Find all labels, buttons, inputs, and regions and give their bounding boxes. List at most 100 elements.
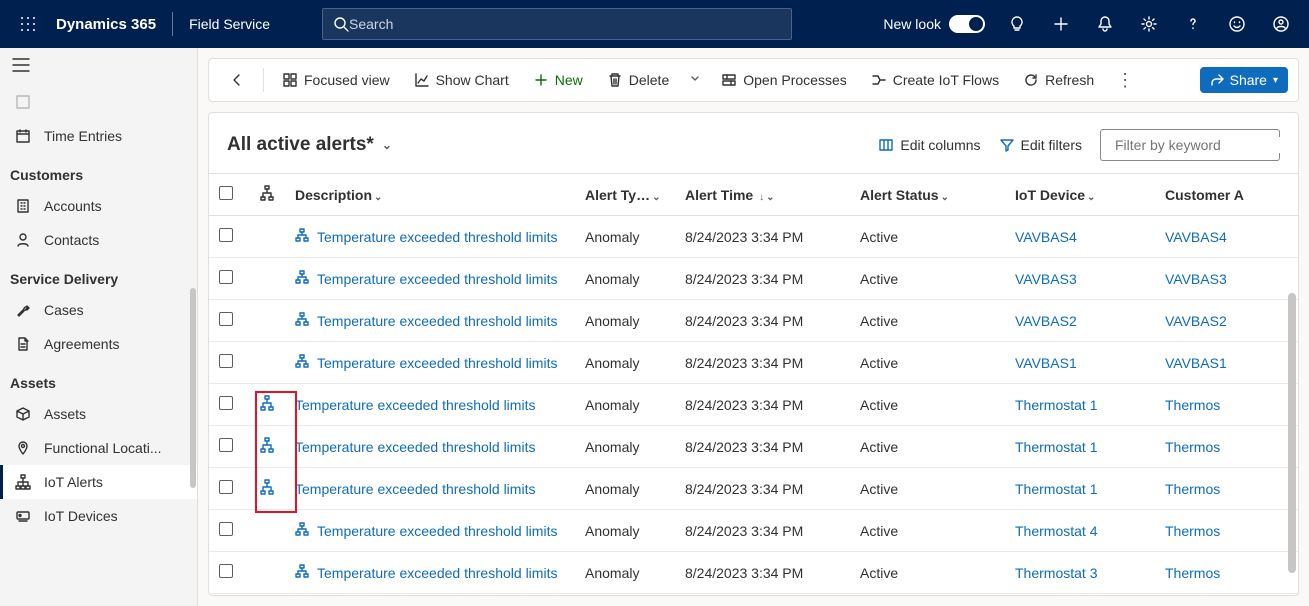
edit-filters-button[interactable]: Edit filters: [999, 137, 1082, 153]
table-row[interactable]: Temperature exceeded threshold limitsAno…: [209, 342, 1298, 384]
sidebar-scrollbar[interactable]: [187, 108, 197, 606]
delete-button[interactable]: Delete: [597, 66, 679, 94]
create-iot-flows-button[interactable]: Create IoT Flows: [861, 66, 1009, 94]
add-icon[interactable]: [1041, 0, 1081, 48]
iot-device-link[interactable]: Thermostat 3: [1015, 565, 1097, 581]
device-icon: [14, 507, 32, 525]
table-row[interactable]: Temperature exceeded threshold limitsAno…: [209, 426, 1298, 468]
sidebar-item-functional-locations[interactable]: Functional Locati...: [0, 431, 197, 465]
customer-link[interactable]: VAVBAS1: [1165, 355, 1227, 371]
description-link[interactable]: Temperature exceeded threshold limits: [317, 355, 557, 371]
col-alert-time[interactable]: Alert Time ↓⌄: [675, 174, 850, 216]
description-link[interactable]: Temperature exceeded threshold limits: [295, 439, 535, 455]
row-checkbox[interactable]: [219, 396, 233, 410]
iot-device-link[interactable]: VAVBAS3: [1015, 271, 1077, 287]
new-button[interactable]: New: [523, 66, 593, 94]
iot-device-link[interactable]: Thermostat 1: [1015, 397, 1097, 413]
app-launcher-icon[interactable]: [8, 0, 48, 48]
row-checkbox[interactable]: [219, 312, 233, 326]
customer-link[interactable]: Thermos: [1165, 481, 1220, 497]
sidebar-item-iot-alerts[interactable]: IoT Alerts: [0, 465, 197, 499]
col-alert-status[interactable]: Alert Status⌄: [850, 174, 1005, 216]
grid-scrollbar[interactable]: [1288, 293, 1296, 573]
customer-link[interactable]: VAVBAS2: [1165, 313, 1227, 329]
hierarchy-cell[interactable]: [249, 468, 285, 510]
customer-link[interactable]: VAVBAS4: [1165, 229, 1227, 245]
overflow-menu[interactable]: ⋮: [1108, 70, 1142, 91]
description-link[interactable]: Temperature exceeded threshold limits: [295, 481, 535, 497]
delete-split-chevron[interactable]: [683, 73, 707, 88]
table-row[interactable]: Temperature exceeded threshold limitsAno…: [209, 300, 1298, 342]
focused-view-button[interactable]: Focused view: [272, 66, 400, 94]
customer-link[interactable]: Thermos: [1165, 439, 1220, 455]
description-link[interactable]: Temperature exceeded threshold limits: [317, 565, 557, 581]
customer-link[interactable]: Thermos: [1165, 523, 1220, 539]
iot-device-link[interactable]: VAVBAS1: [1015, 355, 1077, 371]
keyword-filter[interactable]: [1100, 129, 1280, 161]
app-name[interactable]: Field Service: [189, 16, 270, 32]
row-checkbox[interactable]: [219, 480, 233, 494]
customer-link[interactable]: Thermos: [1165, 565, 1220, 581]
table-row[interactable]: Temperature exceeded threshold limitsAno…: [209, 552, 1298, 594]
description-link[interactable]: Temperature exceeded threshold limits: [317, 313, 557, 329]
row-checkbox[interactable]: [219, 522, 233, 536]
hamburger-icon[interactable]: [0, 48, 197, 85]
edit-columns-button[interactable]: Edit columns: [878, 137, 980, 153]
sidebar-item-iot-devices[interactable]: IoT Devices: [0, 499, 197, 533]
sidebar-item-cases[interactable]: Cases: [0, 293, 197, 327]
sidebar-item-agreements[interactable]: Agreements: [0, 327, 197, 361]
customer-link[interactable]: Thermos: [1165, 397, 1220, 413]
hierarchy-cell[interactable]: [249, 384, 285, 426]
gear-icon[interactable]: [1129, 0, 1169, 48]
view-selector[interactable]: All active alerts* ⌄: [227, 134, 392, 156]
table-row[interactable]: Temperature exceeded threshold limitsAno…: [209, 216, 1298, 258]
col-customer[interactable]: Customer A: [1155, 174, 1298, 216]
description-link[interactable]: Temperature exceeded threshold limits: [317, 271, 557, 287]
filter-input[interactable]: [1115, 137, 1296, 153]
row-checkbox[interactable]: [219, 354, 233, 368]
sidebar-item-truncated[interactable]: [0, 85, 197, 119]
lightbulb-icon[interactable]: [997, 0, 1037, 48]
bell-icon[interactable]: [1085, 0, 1125, 48]
chevron-down-icon: ⌄: [374, 192, 382, 203]
account-icon[interactable]: [1261, 0, 1301, 48]
description-link[interactable]: Temperature exceeded threshold limits: [295, 397, 535, 413]
iot-device-link[interactable]: VAVBAS2: [1015, 313, 1077, 329]
share-button[interactable]: Share▾: [1200, 67, 1288, 93]
table-row[interactable]: Temperature exceeded threshold limitsAno…: [209, 510, 1298, 552]
iot-device-link[interactable]: Thermostat 1: [1015, 439, 1097, 455]
data-grid[interactable]: Description⌄ Alert Ty…⌄ Alert Time ↓⌄ Al…: [209, 173, 1298, 595]
sidebar-item-contacts[interactable]: Contacts: [0, 223, 197, 257]
select-all-checkbox[interactable]: [219, 186, 233, 200]
refresh-button[interactable]: Refresh: [1013, 66, 1104, 94]
sidebar-item-time-entries[interactable]: Time Entries: [0, 119, 197, 153]
iot-device-link[interactable]: Thermostat 1: [1015, 481, 1097, 497]
hierarchy-cell[interactable]: [249, 426, 285, 468]
row-checkbox[interactable]: [219, 564, 233, 578]
global-search[interactable]: [322, 8, 792, 40]
col-description[interactable]: Description⌄: [285, 174, 575, 216]
col-iot-device[interactable]: IoT Device⌄: [1005, 174, 1155, 216]
iot-device-link[interactable]: VAVBAS4: [1015, 229, 1077, 245]
description-link[interactable]: Temperature exceeded threshold limits: [317, 523, 557, 539]
sidebar-item-assets[interactable]: Assets: [0, 397, 197, 431]
search-input[interactable]: [349, 16, 781, 32]
row-checkbox[interactable]: [219, 270, 233, 284]
table-row[interactable]: Temperature exceeded threshold limitsAno…: [209, 384, 1298, 426]
table-row[interactable]: Temperature exceeded threshold limitsAno…: [209, 258, 1298, 300]
back-button[interactable]: [219, 66, 255, 94]
row-checkbox[interactable]: [219, 228, 233, 242]
customer-link[interactable]: VAVBAS3: [1165, 271, 1227, 287]
emoji-icon[interactable]: [1217, 0, 1257, 48]
row-checkbox[interactable]: [219, 438, 233, 452]
hierarchy-icon[interactable]: [259, 185, 275, 201]
table-row[interactable]: Temperature exceeded threshold limitsAno…: [209, 468, 1298, 510]
new-look-toggle[interactable]: New look: [883, 15, 985, 33]
show-chart-button[interactable]: Show Chart: [404, 66, 519, 94]
help-icon[interactable]: [1173, 0, 1213, 48]
description-link[interactable]: Temperature exceeded threshold limits: [317, 229, 557, 245]
open-processes-button[interactable]: Open Processes: [711, 66, 857, 94]
iot-device-link[interactable]: Thermostat 4: [1015, 523, 1097, 539]
sidebar-item-accounts[interactable]: Accounts: [0, 189, 197, 223]
col-alert-type[interactable]: Alert Ty…⌄: [575, 174, 675, 216]
